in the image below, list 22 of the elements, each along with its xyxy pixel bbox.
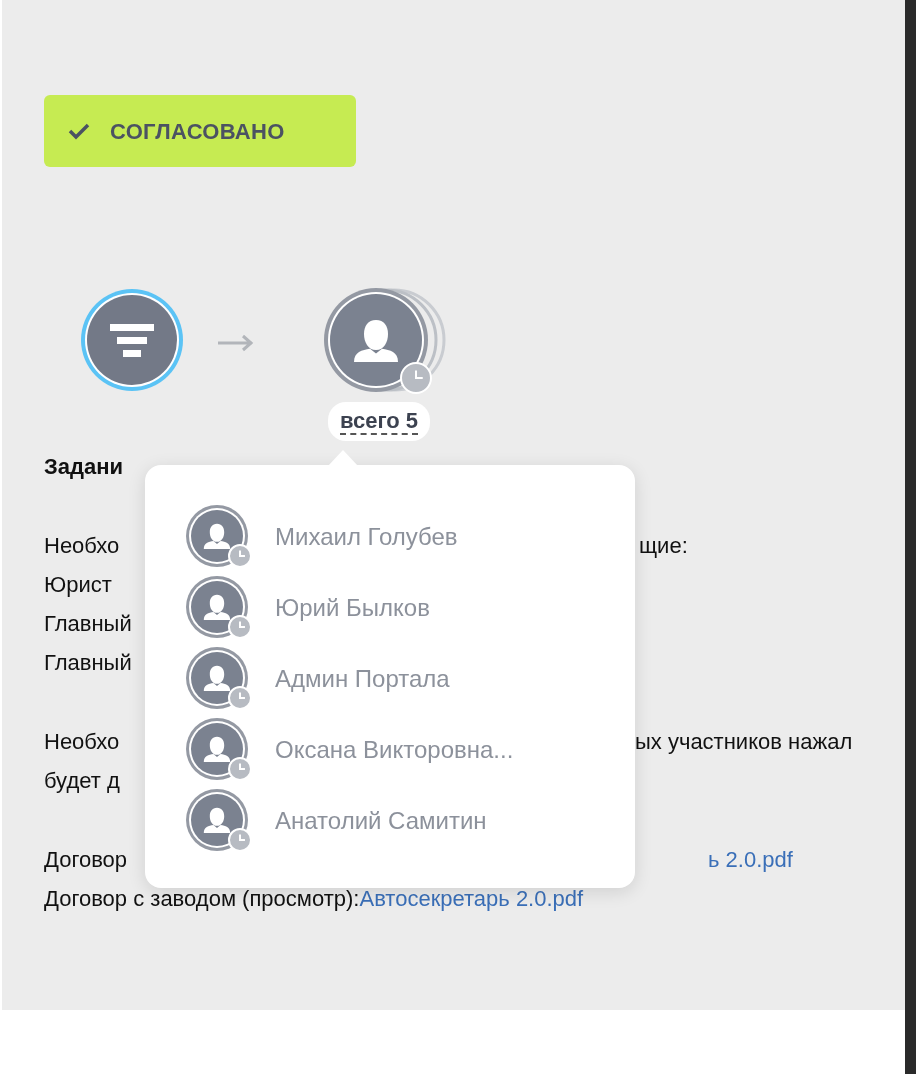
task-text: Договор <box>44 845 128 874</box>
task-text: Главный <box>44 610 132 639</box>
check-icon <box>68 122 90 140</box>
task-text: Договор с заводом (просмотр): <box>44 885 360 914</box>
task-text: Необхо <box>44 728 120 757</box>
task-text: Главный <box>44 649 132 678</box>
approved-badge: СОГЛАСОВАНО <box>44 95 356 167</box>
task-text: будет д <box>44 767 120 796</box>
participant-name[interactable]: Анатолий Самитин <box>275 802 487 839</box>
arrow-icon <box>216 333 256 353</box>
task-text: Юрист <box>44 570 112 599</box>
participant-name[interactable]: Админ Портала <box>275 660 450 697</box>
participant-name[interactable]: Михаил Голубев <box>275 518 458 555</box>
file-link[interactable]: ь 2.0.pdf <box>708 839 793 880</box>
task-heading: Задани <box>44 453 124 481</box>
task-text: Необхо <box>44 531 120 560</box>
task-text: щие: <box>639 531 688 560</box>
participant-name[interactable]: Оксана Викторовна... <box>275 731 514 768</box>
filter-icon[interactable] <box>78 286 186 394</box>
task-text: ых участников нажал <box>635 728 853 757</box>
participant-name[interactable]: Юрий Былков <box>275 589 430 626</box>
total-count-link[interactable]: всего 5 <box>327 402 431 441</box>
